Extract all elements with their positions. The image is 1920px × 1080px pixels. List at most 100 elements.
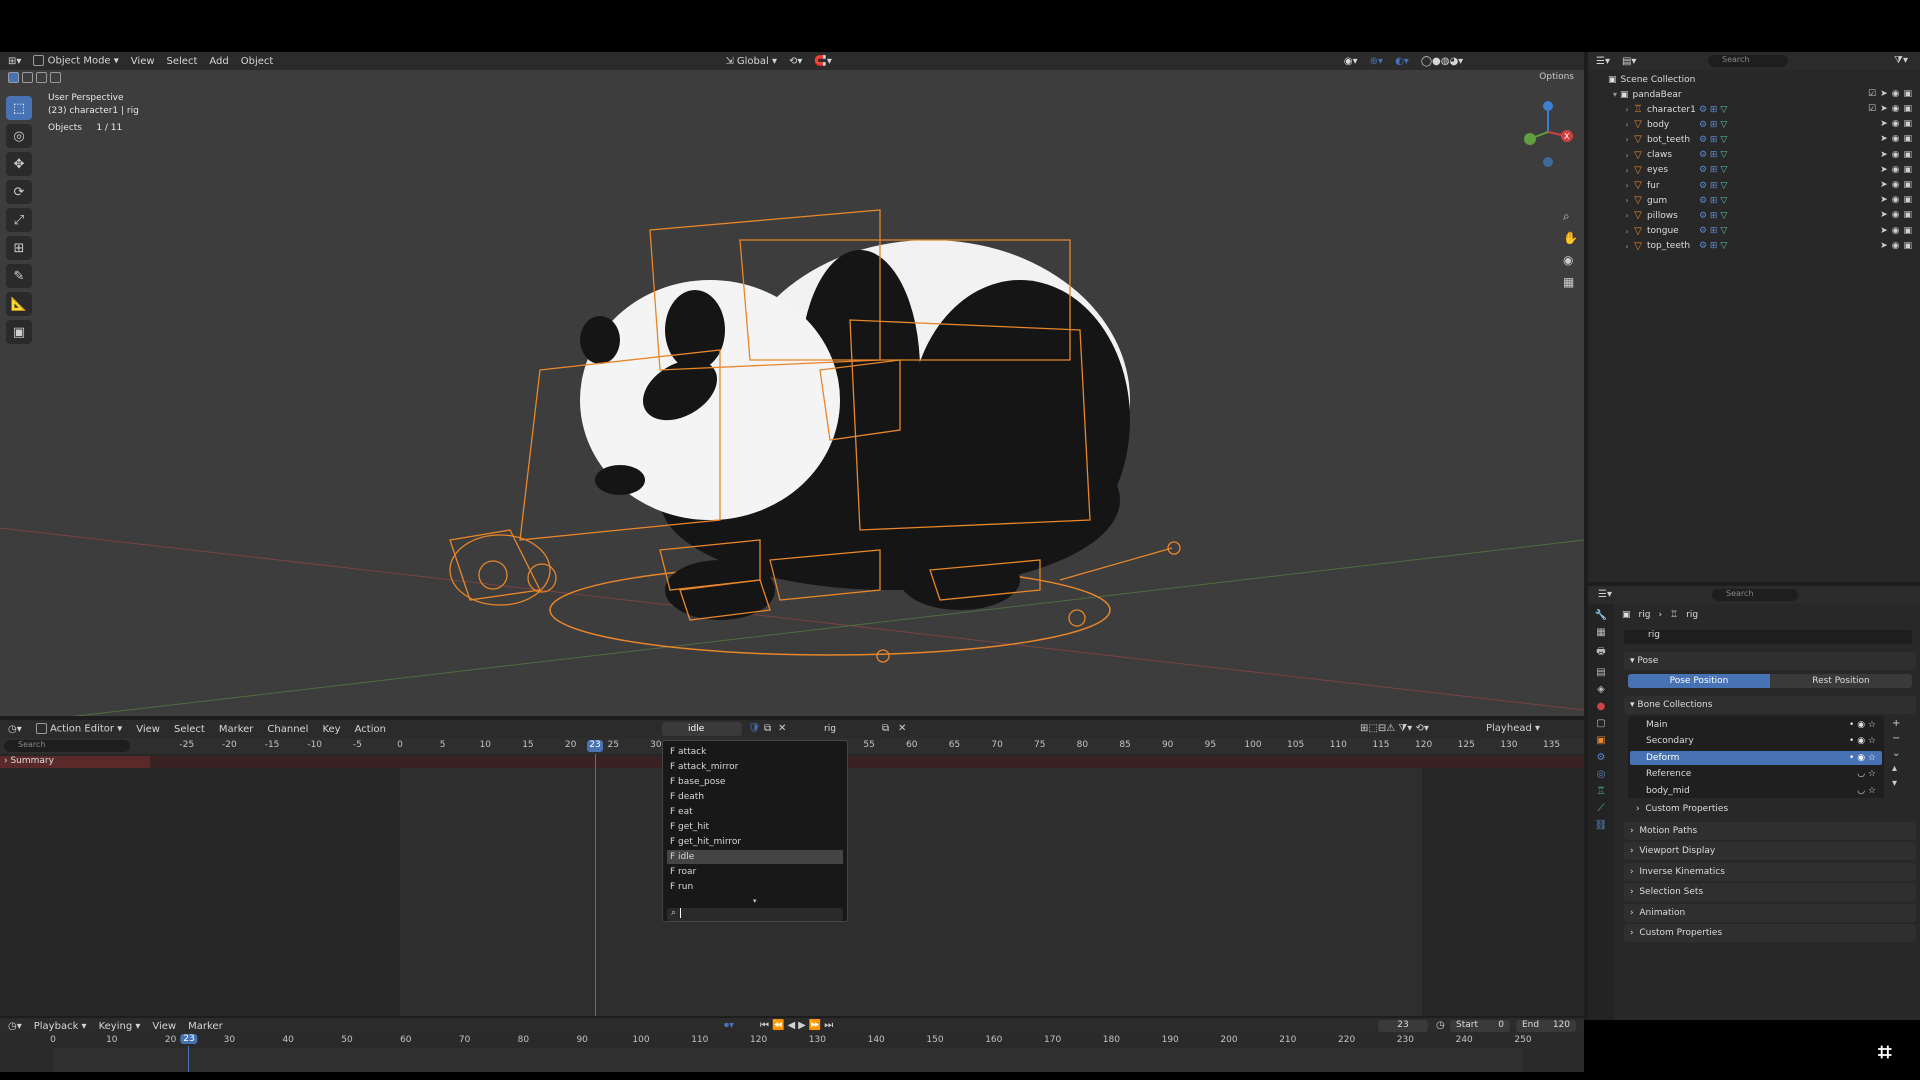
outliner-item[interactable]: › ▽ top_teeth ⚙ ⊞ ▽ ➤ ◉ ▣ [1588, 239, 1920, 254]
ae-menu-key[interactable]: Key [322, 724, 340, 735]
unlink-action-icon[interactable]: ✕ [778, 723, 786, 734]
constraint-tab-icon[interactable]: ⛓ [1595, 820, 1608, 831]
eye-icon[interactable]: ◉ [1892, 134, 1900, 144]
bone-collection-toggles[interactable]: • ◉ ☆ [1849, 734, 1876, 748]
playback-controls[interactable]: ⏮⏪◀▶⏩⏭ [760, 1020, 836, 1031]
properties-search[interactable]: Search [1712, 589, 1798, 601]
collection-expand-icon[interactable]: ▾ [1610, 90, 1620, 99]
checkbox-icon[interactable]: ☑ [1868, 89, 1876, 99]
eye-icon[interactable]: ◉ [1892, 165, 1900, 175]
move-down-icon[interactable]: ▾ [1892, 778, 1900, 789]
eye-icon[interactable]: ◉ [1892, 104, 1900, 114]
eye-icon[interactable]: ◉ [1892, 180, 1900, 190]
gizmo-icon[interactable]: ⊕▾ [1370, 56, 1383, 67]
ae-channel-search[interactable]: Search [4, 740, 130, 752]
ae-menu-channel[interactable]: Channel [267, 724, 308, 735]
shading-icons[interactable]: ◯●◍◕▾ [1421, 56, 1463, 67]
property-panel-header[interactable]: › Selection Sets [1624, 883, 1916, 902]
expand-icon[interactable]: › [1622, 227, 1632, 236]
summary-channel[interactable]: › Summary [0, 756, 150, 768]
orientation-selector[interactable]: ⇲ Global ▾ [725, 56, 777, 67]
action-dropdown-item[interactable]: F get_hit_mirror [667, 835, 843, 849]
outliner-item[interactable]: › ▽ body ⚙ ⊞ ▽ ➤ ◉ ▣ [1588, 117, 1920, 132]
expand-icon[interactable]: › [1622, 120, 1632, 129]
rest-position-button[interactable]: Rest Position [1770, 674, 1912, 688]
properties-type-icon[interactable]: ☰▾ [1598, 589, 1612, 600]
action-dropdown-item[interactable]: F attack [667, 745, 843, 759]
bone-collection-toggles[interactable]: • ◉ ☆ [1849, 718, 1876, 732]
scroll-down-icon[interactable]: ▾ [753, 897, 757, 905]
tl-menu-keying[interactable]: Keying ▾ [99, 1021, 141, 1032]
unlink-slot-icon[interactable]: ✕ [898, 723, 906, 734]
start-frame-field[interactable]: Start 0 [1450, 1020, 1510, 1032]
expand-icon[interactable]: › [1622, 181, 1632, 190]
datablock-field[interactable]: rig [1624, 630, 1912, 644]
expand-icon[interactable]: › [1622, 151, 1632, 160]
menu-icon[interactable]: ⌄ [1892, 748, 1900, 759]
new-action-icon[interactable]: ⧉ [764, 723, 771, 734]
camera-icon[interactable]: ▣ [1903, 150, 1912, 160]
mode-selector[interactable]: Object Mode ▾ [33, 55, 119, 67]
select-icon[interactable]: ➤ [1880, 241, 1888, 251]
tl-type-icon[interactable]: ◷▾ [8, 1021, 22, 1032]
eye-icon[interactable]: ◉ [1892, 89, 1900, 99]
expand-icon[interactable]: › [1622, 211, 1632, 220]
scene-collection-row[interactable]: ▣ Scene Collection [1588, 72, 1920, 87]
camera-icon[interactable]: ▣ [1903, 195, 1912, 205]
scene-tab-icon[interactable]: ◈ [1597, 684, 1605, 695]
action-dropdown-item[interactable]: F run [667, 880, 843, 894]
outliner-item[interactable]: › ▽ claws ⚙ ⊞ ▽ ➤ ◉ ▣ [1588, 148, 1920, 163]
select-icon[interactable]: ➤ [1880, 180, 1888, 190]
action-dropdown-item[interactable]: F eat [667, 805, 843, 819]
menu-view[interactable]: View [131, 56, 155, 67]
ae-menu-action[interactable]: Action [355, 724, 386, 735]
object-tab-icon[interactable]: ▣ [1596, 735, 1605, 746]
snap-icon[interactable]: 🧲▾ [814, 56, 831, 67]
select-icon[interactable]: ➤ [1880, 210, 1888, 220]
eye-icon[interactable]: ◉ [1892, 119, 1900, 129]
camera-icon[interactable]: ▣ [1903, 119, 1912, 129]
property-panel-header[interactable]: › Custom Properties [1624, 924, 1916, 942]
ae-mode-selector[interactable]: Action Editor ▾ [35, 723, 122, 735]
outliner-search[interactable]: Search [1708, 55, 1788, 67]
outliner-type-icon[interactable]: ☰▾ [1596, 56, 1610, 67]
select-icon[interactable]: ➤ [1880, 104, 1888, 114]
eye-icon[interactable]: ◉ [1892, 150, 1900, 160]
menu-add[interactable]: Add [209, 56, 228, 67]
action-selector[interactable]: idle [662, 722, 742, 736]
action-dropdown-item[interactable]: F roar [667, 865, 843, 879]
slot-selector[interactable]: rig [800, 722, 880, 736]
outliner-item[interactable]: › ▽ eyes ⚙ ⊞ ▽ ➤ ◉ ▣ [1588, 163, 1920, 178]
expand-icon[interactable]: › [1622, 242, 1632, 251]
action-dropdown-item[interactable]: F idle [667, 850, 843, 864]
eye-icon[interactable]: ◉ [1892, 241, 1900, 251]
property-panel-header[interactable]: › Inverse Kinematics [1624, 862, 1916, 881]
camera-icon[interactable]: ▣ [1903, 180, 1912, 190]
add-icon[interactable]: + [1892, 718, 1900, 729]
camera-icon[interactable]: ▣ [1903, 134, 1912, 144]
action-dropdown-item[interactable]: F death [667, 790, 843, 804]
action-dropdown-item[interactable]: F base_pose [667, 775, 843, 789]
bone-collection-toggles[interactable]: ◡ ☆ [1857, 767, 1876, 781]
select-icon[interactable]: ➤ [1880, 89, 1888, 99]
timeline-editor[interactable]: ◷▾ Playback ▾ Keying ▾ View Marker ⏺▾ ⏮⏪… [0, 1018, 1584, 1072]
expand-icon[interactable]: › [1622, 166, 1632, 175]
camera-icon[interactable]: ▣ [1903, 241, 1912, 251]
eye-icon[interactable]: ◉ [1892, 210, 1900, 220]
pose-position-button[interactable]: Pose Position [1628, 674, 1770, 688]
camera-icon[interactable]: ▣ [1903, 226, 1912, 236]
outliner-item[interactable]: › ▽ bot_teeth ⚙ ⊞ ▽ ➤ ◉ ▣ [1588, 132, 1920, 147]
view-layer-tab-icon[interactable]: ▤ [1596, 667, 1605, 678]
menu-select[interactable]: Select [167, 56, 198, 67]
expand-icon[interactable]: › [1622, 196, 1632, 205]
property-panel-header[interactable]: › Motion Paths [1624, 822, 1916, 840]
tl-menu-view[interactable]: View [152, 1021, 176, 1032]
select-icon[interactable]: ➤ [1880, 150, 1888, 160]
collection-tab-icon[interactable]: ▢ [1596, 718, 1605, 729]
overlay-icon[interactable]: ◐▾ [1395, 56, 1409, 67]
camera-icon[interactable]: ▣ [1903, 104, 1912, 114]
tl-frame-ruler[interactable]: 0 10 20 30 40 50 60 70 80 90 100 110 120 130 140 150 160… [0, 1034, 1584, 1048]
modifier-tab-icon[interactable]: ⚙ [1597, 752, 1606, 763]
menu-object[interactable]: Object [241, 56, 274, 67]
render-tab-icon[interactable]: ▦ [1596, 627, 1605, 638]
